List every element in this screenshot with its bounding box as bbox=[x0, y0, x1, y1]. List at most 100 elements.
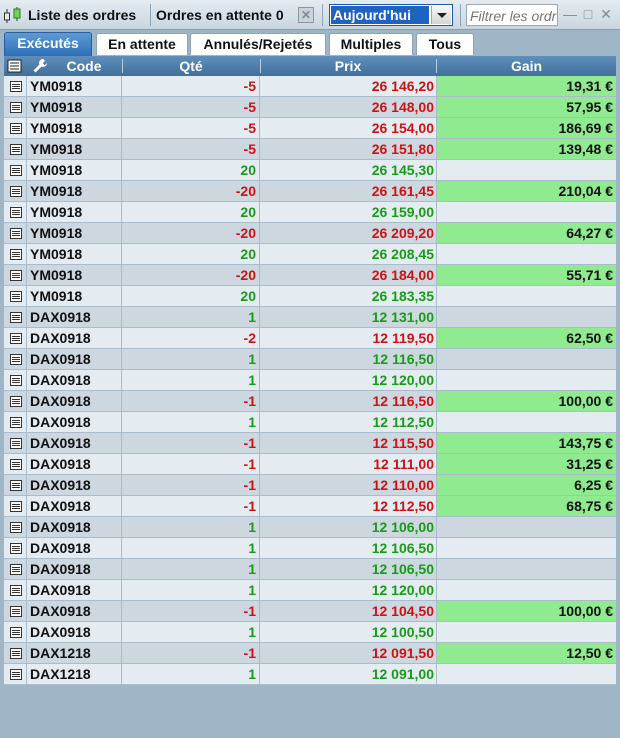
cell-divider bbox=[26, 76, 27, 96]
order-code: DAX0918 bbox=[30, 498, 91, 514]
order-detail-icon[interactable] bbox=[10, 270, 22, 281]
order-detail-icon[interactable] bbox=[10, 123, 22, 134]
order-detail-icon[interactable] bbox=[10, 81, 22, 92]
toolbar-separator bbox=[322, 4, 323, 26]
table-row[interactable]: YM0918 -20 26 209,20 64,27 € bbox=[4, 223, 616, 244]
table-row[interactable]: YM0918 -5 26 151,80 139,48 € bbox=[4, 139, 616, 160]
column-header-gain[interactable]: Gain bbox=[437, 56, 616, 76]
table-row[interactable]: DAX0918 1 12 120,00 bbox=[4, 580, 616, 601]
table-row[interactable]: YM0918 20 26 145,30 bbox=[4, 160, 616, 181]
order-code: DAX0918 bbox=[30, 477, 91, 493]
table-row[interactable]: DAX0918 -2 12 119,50 62,50 € bbox=[4, 328, 616, 349]
table-row[interactable]: DAX0918 1 12 106,50 bbox=[4, 538, 616, 559]
clear-pending-button[interactable]: ✕ bbox=[298, 7, 314, 23]
column-header-code[interactable]: Code bbox=[48, 56, 120, 76]
chevron-down-icon[interactable] bbox=[431, 6, 451, 24]
order-detail-icon[interactable] bbox=[10, 480, 22, 491]
order-detail-icon[interactable] bbox=[10, 648, 22, 659]
table-row[interactable]: DAX0918 -1 12 116,50 100,00 € bbox=[4, 391, 616, 412]
order-detail-icon[interactable] bbox=[10, 669, 22, 680]
order-code: DAX0918 bbox=[30, 624, 91, 640]
order-qty: 1 bbox=[248, 582, 256, 598]
cell-divider bbox=[26, 370, 27, 390]
order-qty: -5 bbox=[243, 99, 256, 115]
filter-input[interactable] bbox=[466, 4, 558, 26]
tab-en-attente[interactable]: En attente bbox=[96, 33, 188, 55]
order-qty: -20 bbox=[235, 183, 256, 199]
order-qty: -20 bbox=[235, 267, 256, 283]
order-detail-icon[interactable] bbox=[10, 102, 22, 113]
column-header-qty[interactable]: Qté bbox=[122, 56, 260, 76]
table-row[interactable]: DAX0918 1 12 112,50 bbox=[4, 412, 616, 433]
period-select[interactable]: Aujourd'hui bbox=[329, 4, 453, 26]
order-detail-icon[interactable] bbox=[10, 396, 22, 407]
order-detail-icon[interactable] bbox=[10, 375, 22, 386]
wrench-icon[interactable] bbox=[32, 58, 48, 74]
order-detail-icon[interactable] bbox=[10, 186, 22, 197]
tab-executes[interactable]: Exécutés bbox=[4, 32, 92, 56]
table-row[interactable]: DAX0918 1 12 106,00 bbox=[4, 517, 616, 538]
column-header-price[interactable]: Prix bbox=[260, 56, 436, 76]
order-detail-icon[interactable] bbox=[10, 606, 22, 617]
table-row[interactable]: YM0918 -20 26 161,45 210,04 € bbox=[4, 181, 616, 202]
maximize-button[interactable]: □ bbox=[581, 7, 595, 21]
order-detail-icon[interactable] bbox=[10, 459, 22, 470]
order-detail-icon[interactable] bbox=[10, 291, 22, 302]
close-window-button[interactable]: ✕ bbox=[599, 7, 613, 21]
order-detail-icon[interactable] bbox=[10, 564, 22, 575]
table-row[interactable]: YM0918 20 26 208,45 bbox=[4, 244, 616, 265]
table-row[interactable]: YM0918 -5 26 148,00 57,95 € bbox=[4, 97, 616, 118]
order-detail-icon[interactable] bbox=[10, 312, 22, 323]
tab-multiples[interactable]: Multiples bbox=[329, 33, 413, 55]
order-detail-icon[interactable] bbox=[10, 249, 22, 260]
order-detail-icon[interactable] bbox=[10, 585, 22, 596]
tab-tous[interactable]: Tous bbox=[416, 33, 474, 55]
order-detail-icon[interactable] bbox=[10, 627, 22, 638]
table-row[interactable]: DAX0918 1 12 131,00 bbox=[4, 307, 616, 328]
cell-divider bbox=[26, 328, 27, 348]
pending-orders-label: Ordres en attente 0 bbox=[156, 7, 284, 23]
table-row[interactable]: DAX1218 1 12 091,00 bbox=[4, 664, 616, 685]
table-row[interactable]: DAX0918 1 12 120,00 bbox=[4, 370, 616, 391]
table-row[interactable]: DAX0918 -1 12 111,00 31,25 € bbox=[4, 454, 616, 475]
order-code: DAX0918 bbox=[30, 435, 91, 451]
order-detail-icon[interactable] bbox=[10, 354, 22, 365]
table-row[interactable]: YM0918 -5 26 146,20 19,31 € bbox=[4, 76, 616, 97]
table-row[interactable]: YM0918 20 26 183,35 bbox=[4, 286, 616, 307]
cell-divider bbox=[26, 202, 27, 222]
order-qty: 1 bbox=[248, 372, 256, 388]
order-qty: -1 bbox=[243, 498, 256, 514]
order-detail-icon[interactable] bbox=[10, 333, 22, 344]
order-detail-icon[interactable] bbox=[10, 438, 22, 449]
table-row[interactable]: YM0918 -20 26 184,00 55,71 € bbox=[4, 265, 616, 286]
table-row[interactable]: YM0918 20 26 159,00 bbox=[4, 202, 616, 223]
order-detail-icon[interactable] bbox=[10, 543, 22, 554]
order-detail-icon[interactable] bbox=[10, 417, 22, 428]
table-row[interactable]: YM0918 -5 26 154,00 186,69 € bbox=[4, 118, 616, 139]
cell-divider bbox=[26, 97, 27, 117]
order-gain: 68,75 € bbox=[437, 496, 616, 516]
order-detail-icon[interactable] bbox=[10, 207, 22, 218]
document-icon[interactable] bbox=[7, 59, 23, 73]
minimize-button[interactable]: — bbox=[563, 7, 577, 21]
order-detail-icon[interactable] bbox=[10, 144, 22, 155]
order-gain bbox=[437, 517, 616, 537]
order-qty: -2 bbox=[243, 330, 256, 346]
table-row[interactable]: DAX0918 1 12 116,50 bbox=[4, 349, 616, 370]
table-row[interactable]: DAX0918 -1 12 112,50 68,75 € bbox=[4, 496, 616, 517]
order-qty: -20 bbox=[235, 225, 256, 241]
tab-annules-rejetes[interactable]: Annulés/Rejetés bbox=[190, 33, 326, 55]
order-tabs: Exécutés En attente Annulés/Rejetés Mult… bbox=[4, 32, 616, 56]
table-row[interactable]: DAX0918 -1 12 110,00 6,25 € bbox=[4, 475, 616, 496]
table-row[interactable]: DAX0918 -1 12 115,50 143,75 € bbox=[4, 433, 616, 454]
order-gain bbox=[437, 286, 616, 306]
order-detail-icon[interactable] bbox=[10, 522, 22, 533]
table-row[interactable]: DAX0918 -1 12 104,50 100,00 € bbox=[4, 601, 616, 622]
table-row[interactable]: DAX1218 -1 12 091,50 12,50 € bbox=[4, 643, 616, 664]
toolbar-separator bbox=[460, 4, 461, 26]
table-row[interactable]: DAX0918 1 12 106,50 bbox=[4, 559, 616, 580]
order-detail-icon[interactable] bbox=[10, 165, 22, 176]
table-row[interactable]: DAX0918 1 12 100,50 bbox=[4, 622, 616, 643]
order-detail-icon[interactable] bbox=[10, 228, 22, 239]
order-detail-icon[interactable] bbox=[10, 501, 22, 512]
